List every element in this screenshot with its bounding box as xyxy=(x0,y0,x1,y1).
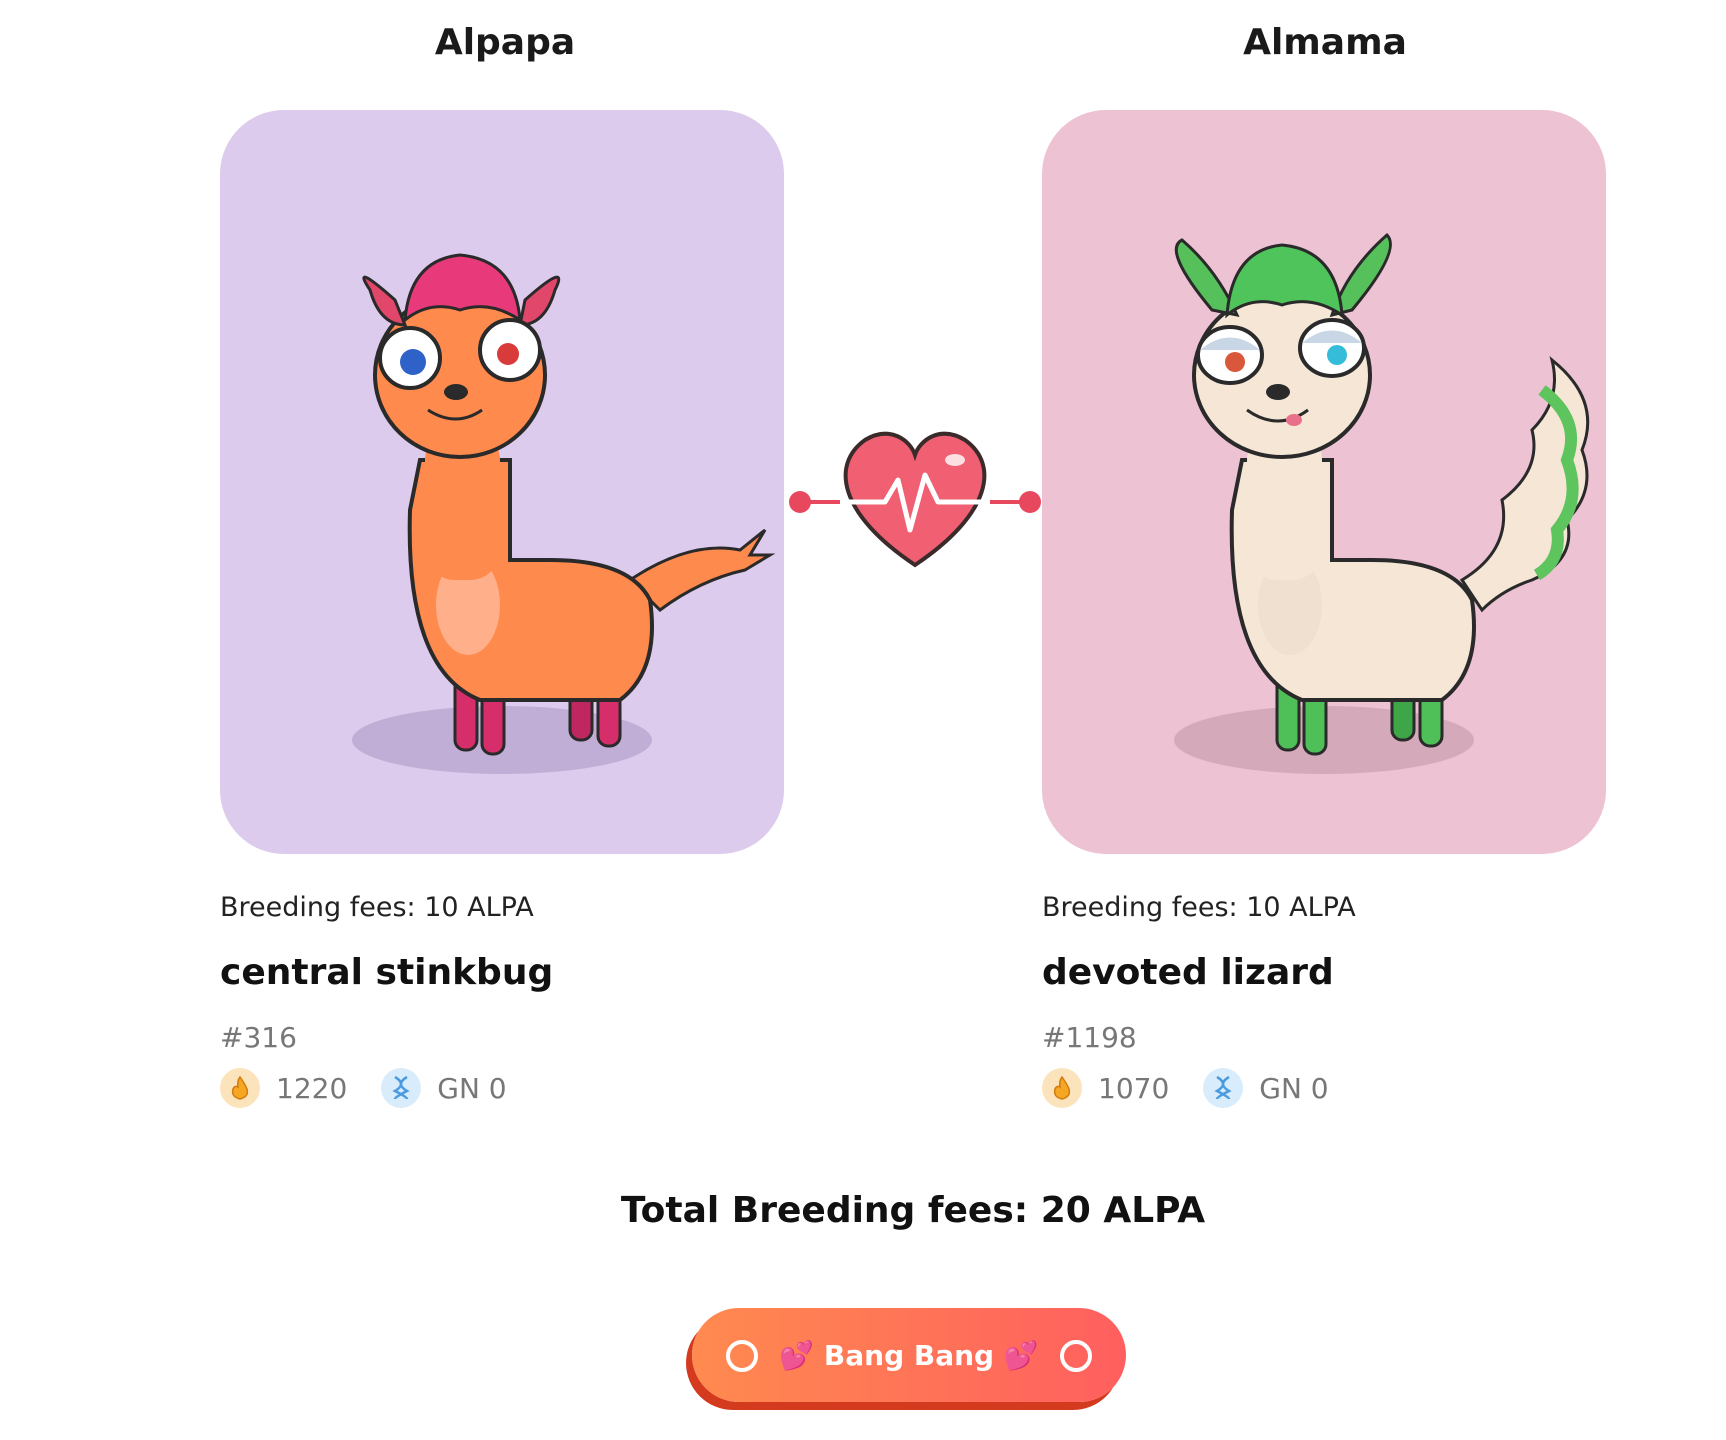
right-info: Breeding fees: 10 ALPA devoted lizard #1… xyxy=(1042,890,1602,1108)
right-heading: Almama xyxy=(1243,22,1407,63)
right-generation-stat: GN 0 xyxy=(1203,1068,1329,1108)
left-energy-stat: 1220 xyxy=(220,1068,347,1108)
bang-bang-label: 💕 Bang Bang 💕 xyxy=(779,1338,1039,1372)
right-alpaca-name: devoted lizard xyxy=(1042,952,1334,993)
right-stats: 1070 GN 0 xyxy=(1042,1068,1602,1108)
left-generation-stat: GN 0 xyxy=(381,1068,507,1108)
left-heading: Alpapa xyxy=(434,22,576,63)
total-breeding-fees: Total Breeding fees: 20 ALPA xyxy=(620,1190,1206,1231)
ring-right-icon xyxy=(1060,1340,1092,1372)
fire-icon xyxy=(1042,1068,1082,1108)
left-info: Breeding fees: 10 ALPA central stinkbug … xyxy=(220,890,780,1108)
ring-left-icon xyxy=(726,1340,758,1372)
left-alpaca-card[interactable] xyxy=(220,110,784,854)
left-generation-value: GN 0 xyxy=(437,1071,507,1105)
left-alpaca-name: central stinkbug xyxy=(220,952,554,993)
left-stats: 1220 GN 0 xyxy=(220,1068,780,1108)
right-energy-stat: 1070 xyxy=(1042,1068,1169,1108)
left-alpaca-id: #316 xyxy=(220,1021,297,1054)
right-alpaca-image xyxy=(1174,232,1590,774)
left-alpaca-image xyxy=(352,253,776,774)
left-breeding-fee: Breeding fees: 10 ALPA xyxy=(220,892,534,923)
right-generation-value: GN 0 xyxy=(1259,1071,1329,1105)
right-breeding-fee: Breeding fees: 10 ALPA xyxy=(1042,892,1356,923)
dna-icon xyxy=(1203,1068,1244,1108)
bang-bang-button[interactable]: 💕 Bang Bang 💕 xyxy=(692,1308,1126,1402)
right-energy-value: 1070 xyxy=(1098,1071,1170,1105)
dna-icon xyxy=(381,1068,422,1108)
right-alpaca-card[interactable] xyxy=(1042,110,1606,854)
fire-icon xyxy=(220,1068,260,1108)
heartbeat-icon xyxy=(789,431,1041,568)
right-alpaca-id: #1198 xyxy=(1042,1021,1137,1054)
left-energy-value: 1220 xyxy=(276,1071,348,1105)
